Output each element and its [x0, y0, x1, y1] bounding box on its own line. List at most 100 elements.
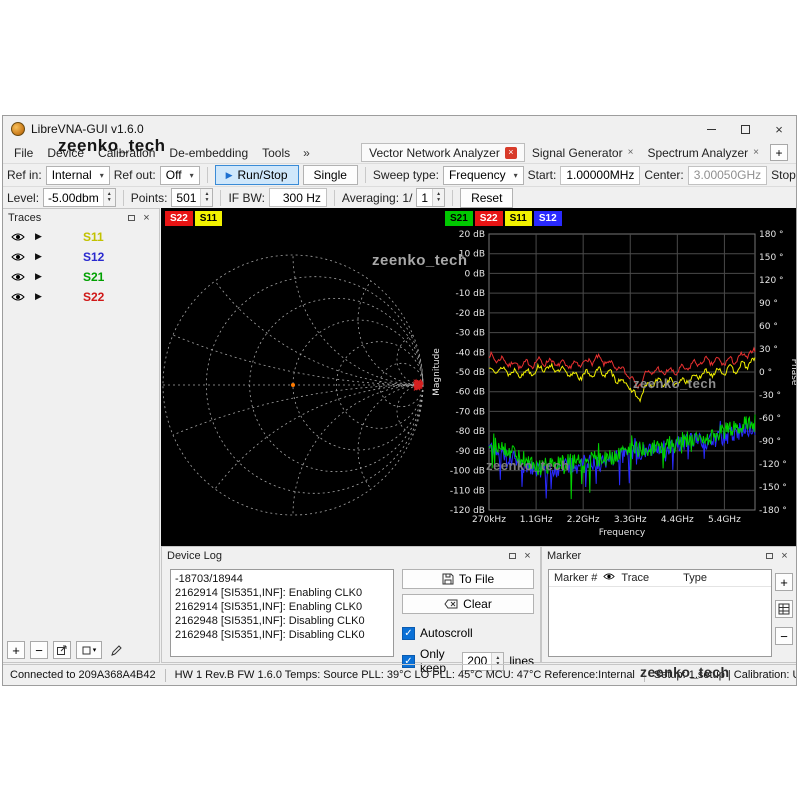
remove-trace-button[interactable]: −	[30, 641, 48, 659]
y-left-tick-label: -40 dB	[456, 348, 485, 358]
device-log-header[interactable]: Device Log ×	[162, 547, 540, 564]
trace-menu-button[interactable]: ▾	[76, 641, 102, 659]
center-frequency-input[interactable]: 3.00050GHz	[688, 166, 767, 185]
marker-table[interactable]: Marker # Trace Type	[548, 569, 772, 657]
toolbar-separator	[123, 190, 124, 206]
ref-out-select[interactable]: Off ▾	[160, 166, 200, 185]
tab-close-icon[interactable]: ×	[753, 147, 759, 158]
device-log-list[interactable]: -18703/189442162914 [SI5351,INF]: Enabli…	[170, 569, 394, 657]
autoscroll-row: ✓ Autoscroll	[402, 626, 534, 640]
traces-dock-header[interactable]: Traces ×	[3, 209, 159, 226]
window-title: LibreVNA-GUI v1.6.0	[31, 122, 144, 136]
log-clear-button[interactable]: Clear	[402, 594, 534, 614]
menu-calibration[interactable]: Calibration	[91, 142, 162, 163]
plot-tab-s21[interactable]: S21	[445, 211, 473, 226]
maximize-button[interactable]	[728, 116, 762, 142]
mode-tab-bar: Vector Network Analyzer × Signal Generat…	[361, 142, 792, 163]
tab-signal-generator[interactable]: Signal Generator ×	[525, 143, 641, 162]
y-right-tick-label: -60 °	[759, 414, 781, 424]
menu-overflow-chevron[interactable]: »	[297, 146, 316, 160]
y-left-tick-label: -90 dB	[456, 447, 485, 457]
tab-close-icon[interactable]: ×	[628, 147, 634, 158]
x-tick-label: 270kHz	[472, 515, 506, 525]
chevron-down-icon: ▾	[93, 646, 97, 654]
plot-tab-s22[interactable]: S22	[475, 211, 503, 226]
dock-close-button[interactable]: ×	[520, 549, 535, 563]
trace-label[interactable]: S11	[83, 230, 104, 244]
points-stepper[interactable]: 501 ▲▼	[171, 188, 213, 207]
sweep-type-select[interactable]: Frequency ▾	[443, 166, 524, 185]
reset-button[interactable]: Reset	[460, 188, 513, 208]
spin-arrows-icon[interactable]: ▲▼	[432, 189, 444, 206]
level-stepper[interactable]: -5.00dbm ▲▼	[43, 188, 116, 207]
menu-de-embedding[interactable]: De-embedding	[162, 142, 255, 163]
start-frequency-input[interactable]: 1.00000MHz	[560, 166, 640, 185]
dock-float-button[interactable]	[505, 549, 520, 563]
y-right-tick-label: -180 °	[759, 506, 787, 516]
smith-chart-canvas[interactable]	[161, 208, 429, 546]
trace-label[interactable]: S22	[83, 290, 104, 304]
y-left-tick-label: 10 dB	[459, 250, 485, 260]
averaging-stepper[interactable]: 1 ▲▼	[416, 188, 445, 207]
dock-float-button[interactable]	[762, 549, 777, 563]
smith-tab-s22[interactable]: S22	[165, 211, 193, 226]
menu-device[interactable]: Device	[40, 142, 91, 163]
menu-file[interactable]: File	[7, 142, 40, 163]
add-mode-button[interactable]: +	[770, 144, 788, 161]
close-button[interactable]: ×	[762, 116, 796, 142]
add-trace-button[interactable]: +	[7, 641, 25, 659]
ref-in-select[interactable]: Internal ▾	[46, 166, 110, 185]
x-tick-label: 5.4GHz	[708, 515, 741, 525]
dock-close-button[interactable]: ×	[139, 211, 154, 225]
points-label: Points:	[131, 191, 168, 205]
magnitude-plot-canvas[interactable]: 20 dB10 dB0 dB-10 dB-20 dB-30 dB-40 dB-5…	[429, 208, 797, 546]
menu-tools[interactable]: Tools	[255, 142, 297, 163]
trace-row-s22[interactable]: ▶ S22	[3, 287, 159, 306]
tab-close-icon[interactable]: ×	[505, 147, 517, 159]
trace-row-s21[interactable]: ▶ S21	[3, 267, 159, 286]
smith-tab-s11[interactable]: S11	[195, 211, 222, 226]
tab-vector-network-analyzer[interactable]: Vector Network Analyzer ×	[361, 143, 525, 162]
play-indicator-icon: ▶	[35, 291, 61, 302]
minimize-icon	[707, 129, 716, 130]
acquisition-toolbar: Level: -5.00dbm ▲▼ Points: 501 ▲▼ IF BW:…	[3, 186, 796, 208]
eye-icon[interactable]	[11, 292, 35, 302]
add-marker-button[interactable]: +	[775, 573, 793, 591]
play-indicator-icon: ▶	[35, 231, 61, 242]
ifbw-input[interactable]: 300 Hz	[269, 188, 327, 207]
autoscroll-checkbox[interactable]: ✓	[402, 627, 415, 640]
tab-spectrum-analyzer[interactable]: Spectrum Analyzer ×	[640, 143, 766, 162]
x-axis-title: Frequency	[599, 528, 646, 538]
log-to-file-button[interactable]: To File	[402, 569, 534, 589]
titlebar[interactable]: LibreVNA-GUI v1.6.0 ×	[3, 116, 796, 142]
dock-close-button[interactable]: ×	[777, 549, 792, 563]
y-left-tick-label: 0 dB	[465, 269, 485, 279]
trace-row-s12[interactable]: ▶ S12	[3, 247, 159, 266]
plot-tab-s12[interactable]: S12	[534, 211, 562, 226]
eye-icon[interactable]	[11, 252, 35, 262]
dock-float-button[interactable]	[124, 211, 139, 225]
edit-trace-button[interactable]	[107, 641, 125, 659]
remove-marker-button[interactable]: −	[775, 627, 793, 645]
minimize-button[interactable]	[694, 116, 728, 142]
spin-arrows-icon[interactable]: ▲▼	[200, 189, 212, 206]
marker-dock-header[interactable]: Marker ×	[542, 547, 797, 564]
trace-label[interactable]: S21	[83, 270, 104, 284]
trace-row-s11[interactable]: ▶ S11	[3, 227, 159, 246]
marker-table-view-button[interactable]	[775, 600, 793, 618]
eye-icon[interactable]	[11, 232, 35, 242]
run-stop-button[interactable]: ▶ Run/Stop	[215, 165, 299, 185]
marker-dock: Marker × Marker # Trace Type + −	[541, 546, 797, 663]
eye-icon[interactable]	[11, 272, 35, 282]
y-right-tick-label: 0 °	[759, 368, 772, 378]
chevron-down-icon: ▾	[514, 171, 518, 180]
trace-S11	[489, 357, 755, 401]
trace-label[interactable]: S12	[83, 250, 104, 264]
averaging-label: Averaging: 1/	[342, 191, 413, 205]
trace-import-button[interactable]	[53, 641, 71, 659]
sweep-type-value: Frequency	[449, 168, 506, 182]
plot-tab-s11[interactable]: S11	[505, 211, 532, 226]
spin-arrows-icon[interactable]: ▲▼	[103, 189, 115, 206]
single-button[interactable]: Single	[303, 165, 358, 185]
smith-reactance-arc	[293, 208, 429, 385]
